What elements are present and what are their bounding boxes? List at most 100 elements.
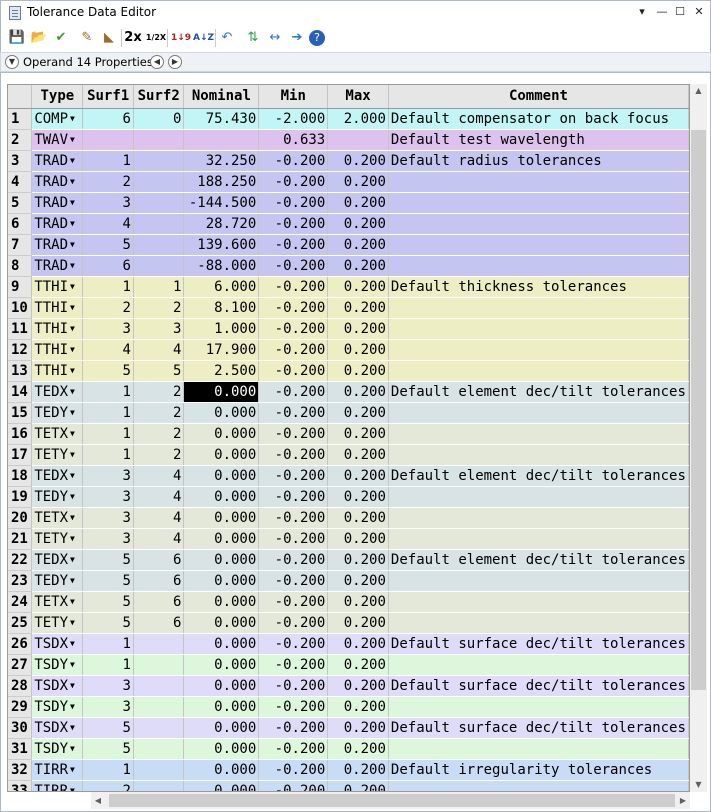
min-cell[interactable]: -0.200 [258, 759, 329, 781]
min-cell[interactable]: -0.200 [258, 696, 329, 718]
column-header-min[interactable]: Min [258, 85, 329, 109]
surf2-cell[interactable] [133, 213, 185, 235]
max-cell[interactable]: 0.200 [327, 192, 389, 214]
comment-cell[interactable] [388, 423, 689, 445]
min-cell[interactable]: -0.200 [258, 339, 329, 361]
triangle-icon[interactable]: ◣ [99, 28, 119, 48]
dropdown-arrow-icon[interactable]: ▼ [70, 177, 75, 186]
nominal-cell[interactable]: 1.000 [183, 318, 260, 340]
table-row[interactable]: 10 TTHI ▼ 2 2 8.100 -0.200 0.200 [8, 297, 689, 319]
properties-label[interactable]: Operand 14 Properties [23, 55, 153, 69]
row-number[interactable]: 23 [8, 570, 33, 592]
max-cell[interactable]: 0.200 [327, 213, 389, 235]
row-number[interactable]: 18 [8, 465, 33, 487]
surf2-cell[interactable] [133, 759, 185, 781]
surf2-cell[interactable] [133, 654, 185, 676]
dropdown-arrow-icon[interactable]: ▼ [70, 282, 75, 291]
max-cell[interactable]: 0.200 [327, 423, 389, 445]
wizard-icon[interactable]: ✎ [77, 28, 97, 48]
table-row[interactable]: 3 TRAD ▼ 1 32.250 -0.200 0.200 Default radius t… [8, 150, 689, 172]
comment-cell[interactable]: Default radius tolerances [388, 150, 689, 172]
row-number[interactable]: 31 [8, 738, 33, 760]
surf1-cell[interactable]: 1 [82, 276, 134, 298]
min-cell[interactable]: -0.200 [258, 717, 329, 739]
window-menu-button[interactable]: ▾ [633, 3, 651, 21]
type-cell[interactable]: TRAD ▼ [31, 192, 84, 214]
type-cell[interactable]: TETY ▼ [31, 444, 84, 466]
min-cell[interactable]: -0.200 [258, 297, 329, 319]
comment-cell[interactable] [388, 507, 689, 529]
type-cell[interactable]: TETX ▼ [31, 423, 84, 445]
type-cell[interactable]: TETX ▼ [31, 591, 84, 613]
table-row[interactable]: 14 TEDX ▼ 1 2 0.000 -0.200 0.200 Default element… [8, 381, 689, 403]
surf1-cell[interactable]: 3 [82, 528, 134, 550]
row-number[interactable]: 30 [8, 717, 33, 739]
table-row[interactable]: 6 TRAD ▼ 4 28.720 -0.200 0.200 [8, 213, 689, 235]
surf1-cell[interactable] [82, 129, 134, 151]
max-cell[interactable]: 0.200 [327, 171, 389, 193]
comment-cell[interactable] [388, 654, 689, 676]
column-header-max[interactable]: Max [327, 85, 389, 109]
table-row[interactable]: 7 TRAD ▼ 5 139.600 -0.200 0.200 [8, 234, 689, 256]
comment-cell[interactable] [388, 339, 689, 361]
horizontal-scroll-thumb[interactable] [109, 794, 675, 807]
type-cell[interactable]: TRAD ▼ [31, 234, 84, 256]
nominal-cell[interactable]: 0.000 [183, 381, 260, 403]
max-cell[interactable]: 0.200 [327, 528, 389, 550]
dropdown-arrow-icon[interactable]: ▼ [70, 156, 75, 165]
surf1-cell[interactable]: 6 [82, 255, 134, 277]
table-row[interactable]: 4 TRAD ▼ 2 188.250 -0.200 0.200 [8, 171, 689, 193]
row-number[interactable]: 4 [8, 171, 33, 193]
vertical-scroll-thumb[interactable] [691, 130, 706, 690]
surf1-cell[interactable]: 5 [82, 234, 134, 256]
type-cell[interactable]: TTHI ▼ [31, 318, 84, 340]
dropdown-arrow-icon[interactable]: ▼ [70, 681, 75, 690]
previous-operand-icon[interactable]: ◀ [150, 55, 164, 69]
surf2-cell[interactable]: 4 [133, 465, 185, 487]
help-icon[interactable]: ? [309, 30, 325, 46]
table-row[interactable]: 12 TTHI ▼ 4 4 17.900 -0.200 0.200 [8, 339, 689, 361]
row-number[interactable]: 19 [8, 486, 33, 508]
dropdown-arrow-icon[interactable]: ▼ [70, 597, 75, 606]
check-icon[interactable]: ✔ [51, 28, 71, 48]
comment-cell[interactable]: Default test wavelength [388, 129, 689, 151]
surf2-cell[interactable]: 4 [133, 339, 185, 361]
surf2-cell[interactable] [133, 192, 185, 214]
surf2-cell[interactable]: 2 [133, 381, 185, 403]
row-number[interactable]: 24 [8, 591, 33, 613]
comment-cell[interactable] [388, 297, 689, 319]
type-cell[interactable]: TSDY ▼ [31, 738, 84, 760]
surf1-cell[interactable]: 5 [82, 549, 134, 571]
min-cell[interactable]: -0.200 [258, 465, 329, 487]
comment-cell[interactable] [388, 591, 689, 613]
dropdown-arrow-icon[interactable]: ▼ [70, 513, 75, 522]
type-cell[interactable]: TTHI ▼ [31, 297, 84, 319]
comment-cell[interactable]: Default irregularity tolerances [388, 759, 689, 781]
min-cell[interactable]: -0.200 [258, 360, 329, 382]
row-number[interactable]: 7 [8, 234, 33, 256]
min-cell[interactable]: -0.200 [258, 570, 329, 592]
table-row[interactable]: 30 TSDX ▼ 5 0.000 -0.200 0.200 Default surface … [8, 717, 689, 739]
type-cell[interactable]: TETY ▼ [31, 612, 84, 634]
min-cell[interactable]: -0.200 [258, 255, 329, 277]
max-cell[interactable]: 0.200 [327, 759, 389, 781]
row-number[interactable]: 27 [8, 654, 33, 676]
max-cell[interactable]: 0.200 [327, 360, 389, 382]
surf2-cell[interactable]: 4 [133, 528, 185, 550]
nominal-cell[interactable]: 0.000 [183, 402, 260, 424]
max-cell[interactable]: 0.200 [327, 402, 389, 424]
comment-cell[interactable]: Default surface dec/tilt tolerances [388, 675, 689, 697]
nominal-cell[interactable]: 0.000 [183, 570, 260, 592]
nominal-cell[interactable]: 0.000 [183, 528, 260, 550]
nominal-cell[interactable]: 32.250 [183, 150, 260, 172]
row-number[interactable]: 2 [8, 129, 33, 151]
comment-cell[interactable]: Default element dec/tilt tolerances [388, 381, 689, 403]
table-row[interactable]: 5 TRAD ▼ 3 -144.500 -0.200 0.200 [8, 192, 689, 214]
surf1-cell[interactable]: 1 [82, 444, 134, 466]
nominal-cell[interactable]: 0.000 [183, 675, 260, 697]
row-number[interactable]: 5 [8, 192, 33, 214]
max-cell[interactable] [327, 129, 389, 151]
comment-cell[interactable] [388, 318, 689, 340]
surf2-cell[interactable]: 2 [133, 297, 185, 319]
surf2-cell[interactable] [133, 696, 185, 718]
